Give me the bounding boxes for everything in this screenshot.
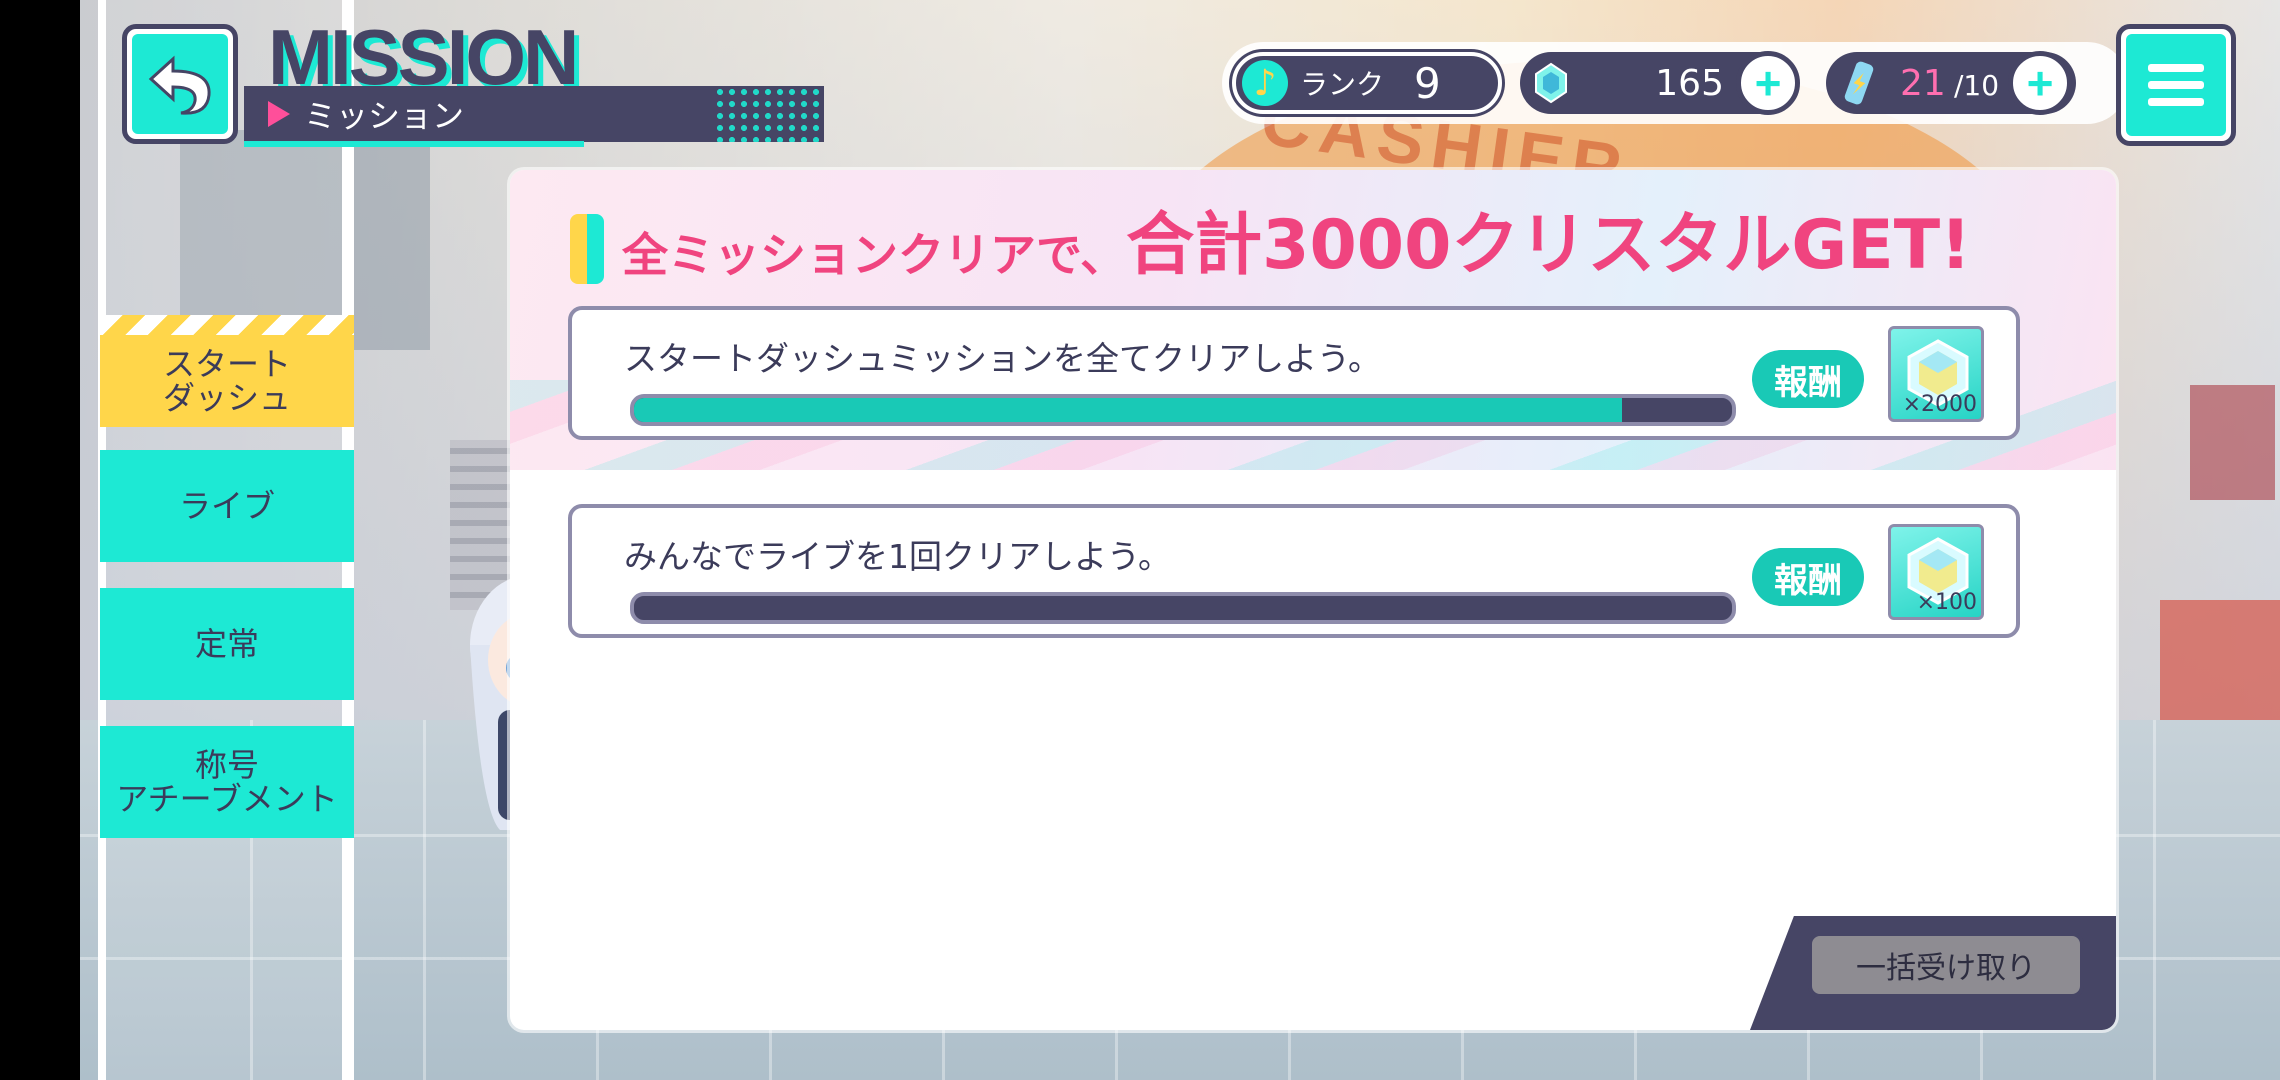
reward-label: 報酬	[1752, 548, 1864, 606]
banner-title-part1: 全ミッションクリアで、	[622, 228, 1127, 282]
music-note-icon: ♪	[1242, 60, 1288, 106]
hamburger-menu-icon	[2126, 34, 2226, 136]
sidebar-item-label: 称号 アチーブメント	[116, 746, 338, 818]
back-arrow-icon	[148, 55, 211, 115]
rank-label: ランク	[1300, 68, 1385, 101]
claim-all-button[interactable]: 一括受け取り	[1808, 932, 2084, 998]
rank-display: ♪ ランク 9	[1232, 52, 1502, 114]
sidebar-item-label: 定常	[194, 625, 259, 663]
banner-title-part3: !	[1940, 206, 1972, 285]
banner-title: 全ミッションクリアで、 合計3000クリスタルGET !	[570, 208, 1971, 284]
sidebar-item-regular[interactable]: 定常	[100, 588, 354, 700]
page-title-bar: ミッション	[244, 86, 824, 142]
title-underline	[244, 141, 584, 147]
reward-item[interactable]: ×2000	[1888, 326, 1984, 422]
banner-title-part2: 合計3000クリスタルGET	[1126, 206, 1941, 285]
menu-button[interactable]	[2116, 24, 2236, 146]
mission-progress-bar	[630, 394, 1736, 426]
reward-item[interactable]: ×100	[1888, 524, 1984, 620]
sidebar-item-start-dash[interactable]: スタート ダッシュ	[100, 335, 354, 427]
add-energy-button[interactable]: +	[2008, 51, 2072, 115]
sidebar-item-label: ライブ	[178, 487, 275, 525]
beginner-mark-icon	[570, 214, 604, 284]
energy-current: 21	[1900, 62, 1946, 104]
reward-quantity: ×2000	[1902, 392, 1977, 417]
rank-value: 9	[1414, 58, 1441, 108]
back-button[interactable]	[122, 24, 238, 144]
back-button-face	[132, 34, 228, 134]
play-triangle-icon	[268, 101, 290, 127]
mission-text: みんなでライブを1回クリアしよう。	[624, 537, 1172, 576]
reward-quantity: ×100	[1916, 590, 1977, 615]
crystal-icon	[1535, 62, 1567, 104]
mission-card: みんなでライブを1回クリアしよう。 報酬 ×100	[568, 504, 2020, 638]
energy-bottle-icon	[1844, 61, 1874, 105]
sidebar-item-achievement[interactable]: 称号 アチーブメント	[100, 726, 354, 838]
mission-progress-fill	[634, 398, 1623, 422]
background-poster	[2190, 385, 2275, 500]
sidebar-item-live[interactable]: ライブ	[100, 450, 354, 562]
mission-progress-bar	[630, 592, 1736, 624]
mission-text: スタートダッシュミッションを全てクリアしよう。	[624, 339, 1382, 378]
add-crystal-button[interactable]: +	[1736, 51, 1800, 115]
decorative-dots	[714, 86, 824, 142]
mission-card: スタートダッシュミッションを全てクリアしよう。 報酬 ×2000	[568, 306, 2020, 440]
page-title-japanese: ミッション	[304, 97, 465, 135]
crystal-count: 165	[1655, 62, 1724, 104]
energy-max: /10	[1954, 69, 2000, 102]
reward-label: 報酬	[1752, 350, 1864, 408]
sidebar-item-label: スタート ダッシュ	[162, 345, 291, 417]
mission-panel: 全ミッションクリアで、 合計3000クリスタルGET ! スタートダッシュミッシ…	[510, 170, 2116, 1030]
sidebar-hazard-stripe	[100, 315, 354, 335]
